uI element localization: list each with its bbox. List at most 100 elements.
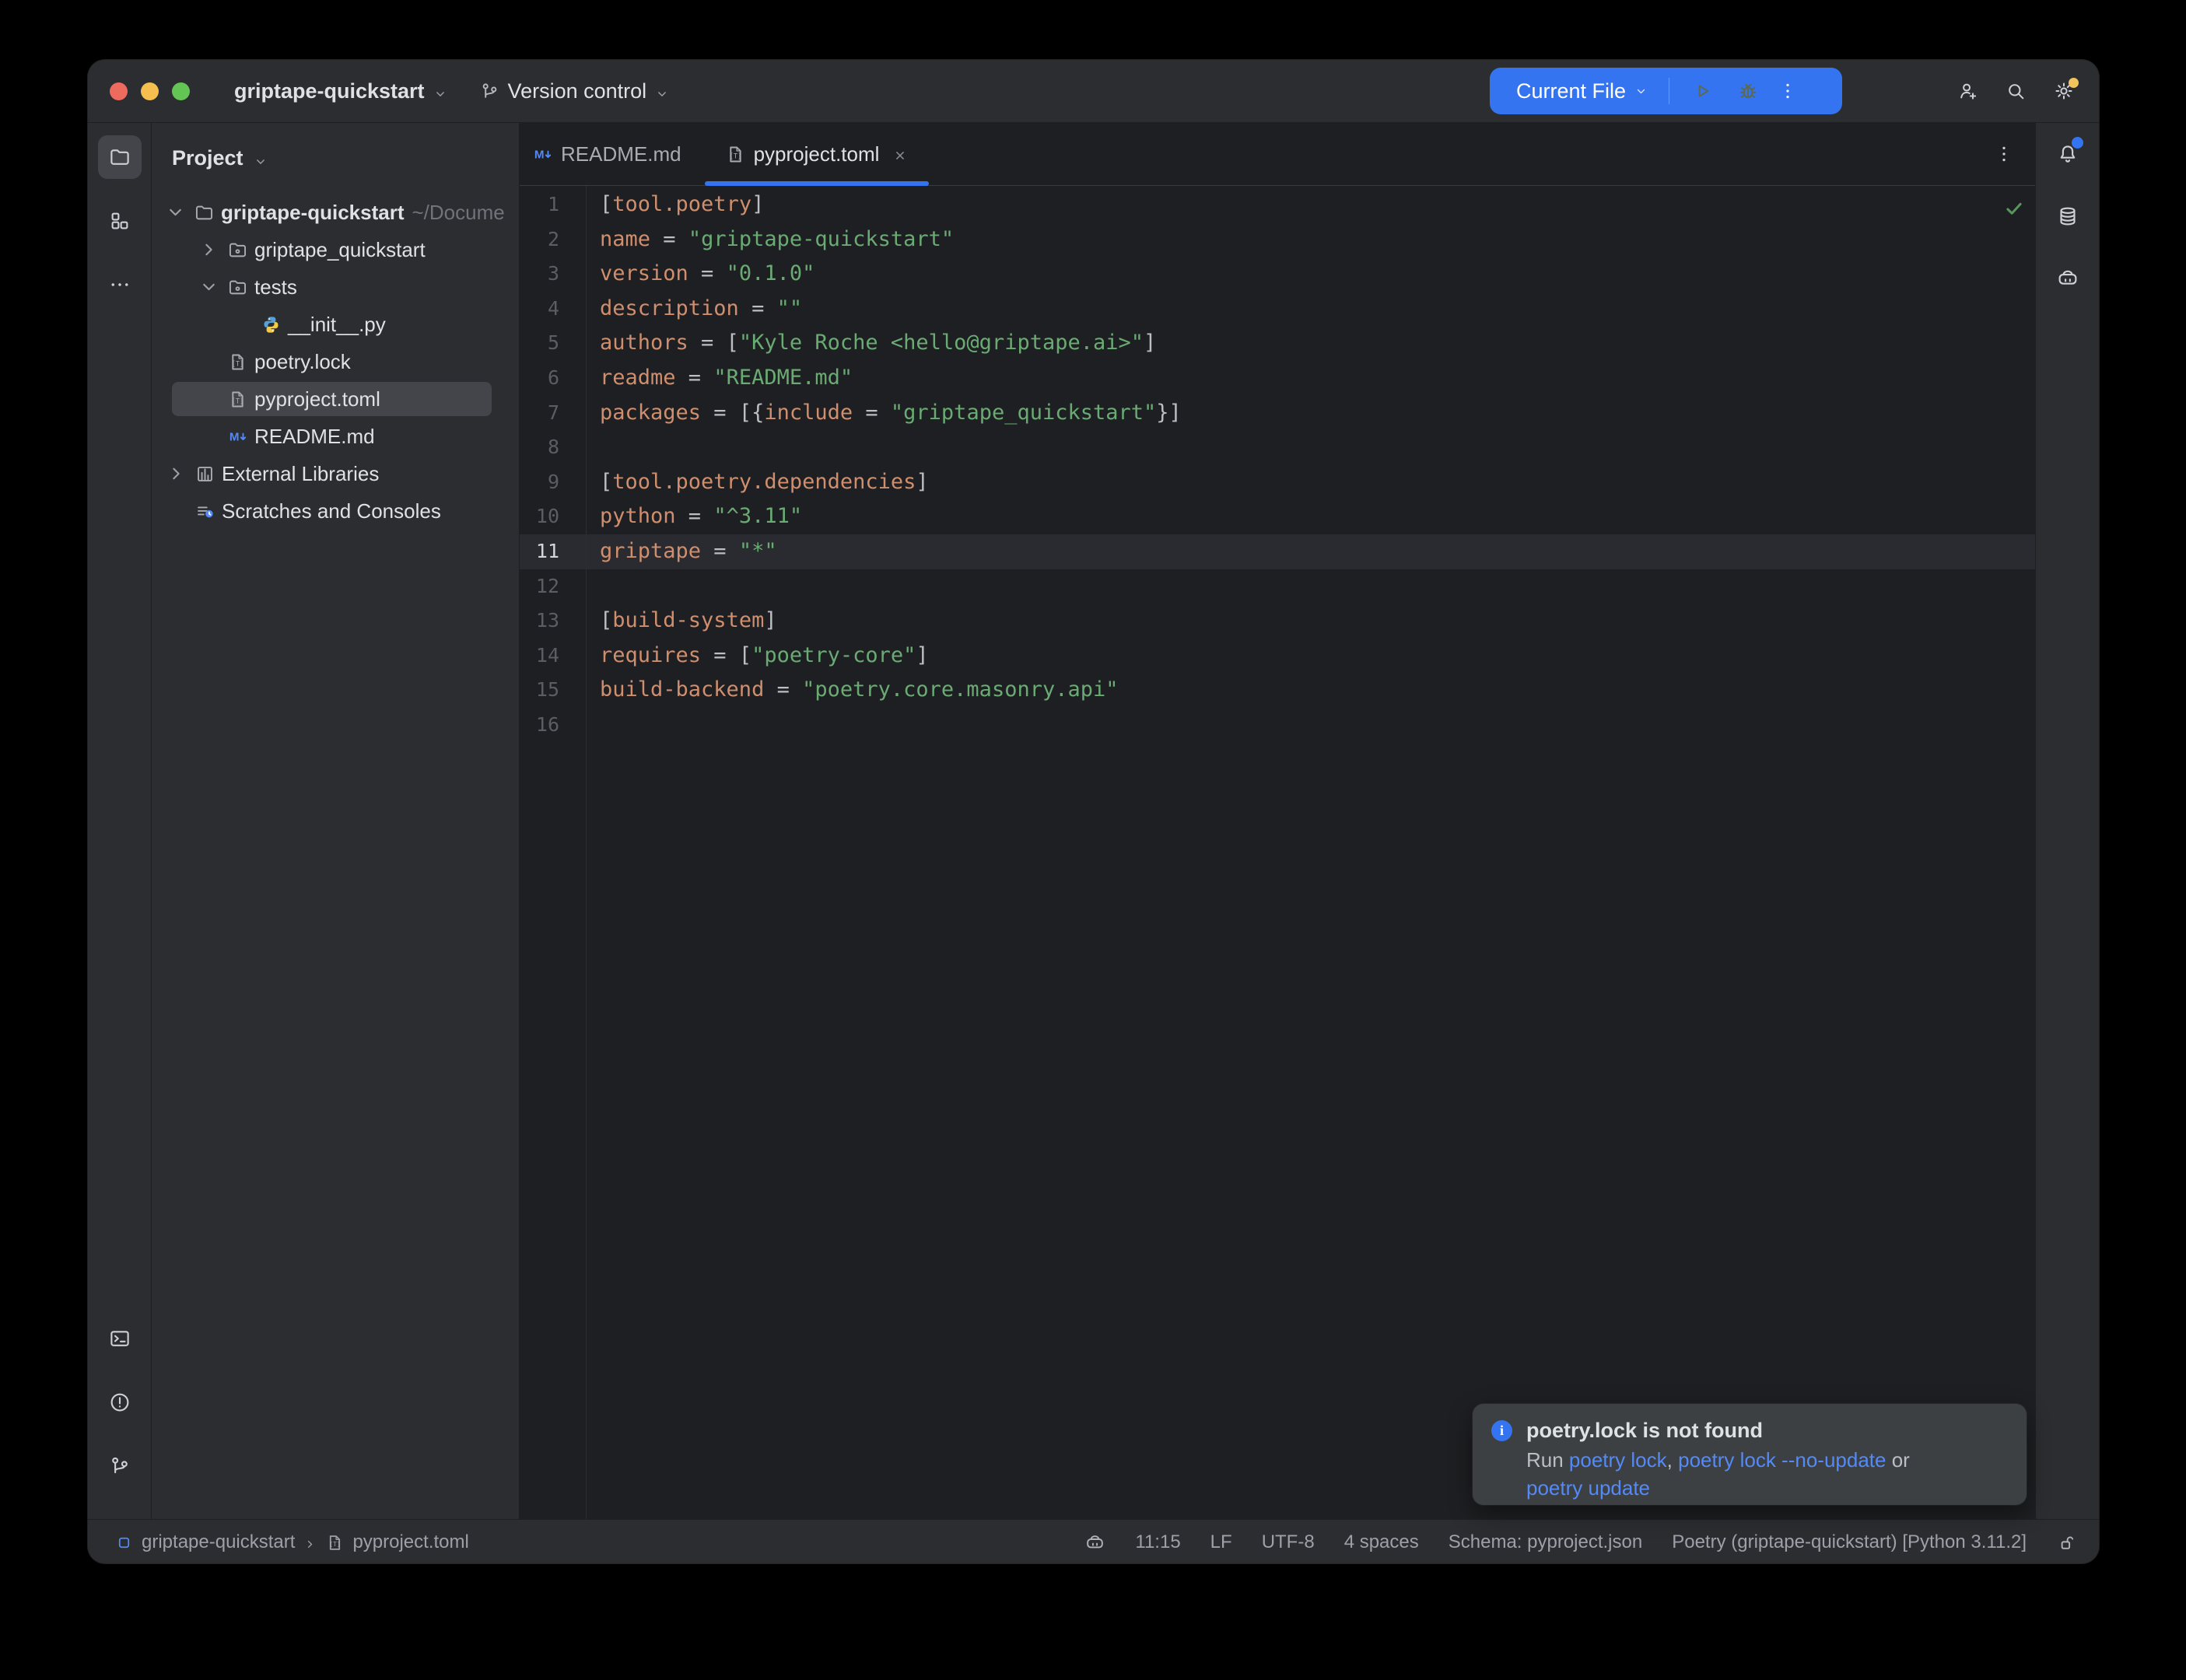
gutter-divider [586,186,587,1519]
more-tools-button[interactable] [98,263,142,306]
tree-item-label: pyproject.toml [254,387,380,411]
minimize-window-button[interactable] [141,82,159,100]
notification-link[interactable]: poetry lock [1569,1448,1667,1472]
code-line-5[interactable]: 5authors = ["Kyle Roche <hello@griptape.… [520,326,2035,361]
chevron-right-icon[interactable] [162,462,191,485]
line-number[interactable]: 12 [520,569,559,604]
code-line-10[interactable]: 10python = "^3.11" [520,499,2035,534]
code-line-15[interactable]: 15build-backend = "poetry.core.masonry.a… [520,673,2035,708]
code-line-9[interactable]: 9[tool.poetry.dependencies] [520,465,2035,500]
tree-item-griptape-quickstart[interactable]: griptape_quickstart [152,231,519,268]
code-editor[interactable]: 1[tool.poetry]2name = "griptape-quicksta… [520,186,2035,1519]
status-widget-4-spaces[interactable]: 4 spaces [1344,1531,1419,1553]
notification-balloon: i poetry.lock is not found Run poetry lo… [1473,1404,2027,1505]
folder-icon [190,201,219,224]
code-text: authors = ["Kyle Roche <hello@griptape.a… [559,326,1156,361]
code-text: requires = ["poetry-core"] [559,639,929,674]
terminal-tool-button[interactable] [98,1317,142,1360]
chevron-down-icon[interactable] [1634,84,1648,99]
tree-item-external-libraries[interactable]: External Libraries [152,455,519,492]
project-widget[interactable]: griptape-quickstart [234,79,448,103]
line-number[interactable]: 16 [520,708,559,743]
search-everywhere-button[interactable] [2001,76,2030,106]
status-widget-poetry-griptape-quickstart-python-3-11-2-[interactable]: Poetry (griptape-quickstart) [Python 3.1… [1672,1531,2027,1553]
svg-text:M: M [229,430,240,443]
line-number[interactable]: 6 [520,361,559,396]
code-line-14[interactable]: 14requires = ["poetry-core"] [520,639,2035,674]
line-number[interactable]: 13 [520,604,559,639]
line-number[interactable]: 10 [520,499,559,534]
code-line-2[interactable]: 2name = "griptape-quickstart" [520,222,2035,257]
code-line-12[interactable]: 12 [520,569,2035,604]
git-branch-icon [479,81,500,102]
tree-item--init-py[interactable]: __init__.py [152,306,519,343]
line-number[interactable]: 3 [520,257,559,292]
line-number[interactable]: 15 [520,673,559,708]
git-tool-button[interactable] [98,1444,142,1488]
chevron-down-icon[interactable] [161,201,190,224]
vcs-widget-label: Version control [508,79,647,103]
code-line-16[interactable]: 16 [520,708,2035,743]
line-number[interactable]: 4 [520,292,559,327]
breadcrumb-file[interactable]: [T] pyproject.toml [325,1531,468,1553]
chevron-down-icon [433,83,448,99]
status-widget-schema-pyproject-json[interactable]: Schema: pyproject.json [1449,1531,1642,1553]
structure-tool-button[interactable] [98,199,142,243]
maximize-window-button[interactable] [172,82,190,100]
tree-item-label: griptape_quickstart [254,238,426,262]
project-panel-header[interactable]: Project [152,123,519,194]
code-line-8[interactable]: 8 [520,430,2035,465]
code-line-1[interactable]: 1[tool.poetry] [520,187,2035,222]
run-config-selector[interactable]: Current File [1490,79,1626,103]
status-widget-lf[interactable]: LF [1210,1531,1232,1553]
notifications-button[interactable] [2046,132,2090,176]
status-ai-assistant-widget[interactable] [1084,1532,1105,1553]
line-number[interactable]: 8 [520,430,559,465]
code-line-11[interactable]: 11griptape = "*" [520,534,2035,569]
ai-assistant-button[interactable] [2046,257,2090,300]
status-unlock-widget[interactable] [2056,1532,2077,1553]
tree-item-tests[interactable]: tests [152,268,519,306]
line-number[interactable]: 1 [520,187,559,222]
problems-tool-button[interactable] [98,1381,142,1424]
code-line-4[interactable]: 4description = "" [520,292,2035,327]
code-line-7[interactable]: 7packages = [{include = "griptape_quicks… [520,396,2035,431]
tab-pyproject[interactable]: [T] pyproject.toml [705,123,930,185]
line-number[interactable]: 14 [520,639,559,674]
breadcrumb-project[interactable]: griptape-quickstart [114,1531,295,1553]
line-number[interactable]: 5 [520,326,559,361]
settings-button[interactable] [2049,76,2079,106]
project-tool-button[interactable] [98,135,142,179]
tree-item-scratches-and-consoles[interactable]: Scratches and Consoles [152,492,519,530]
code-line-3[interactable]: 3version = "0.1.0" [520,257,2035,292]
line-number[interactable]: 2 [520,222,559,257]
status-widget-11-15[interactable]: 11:15 [1135,1531,1180,1553]
add-user-button[interactable] [1953,76,1982,106]
line-number[interactable]: 7 [520,396,559,431]
code-line-13[interactable]: 13[build-system] [520,604,2035,639]
status-widget-utf-8[interactable]: UTF-8 [1262,1531,1315,1553]
line-number[interactable]: 9 [520,465,559,500]
debug-button[interactable] [1736,79,1760,103]
chevron-down-icon[interactable] [194,275,223,299]
tree-item-pyproject-toml[interactable]: [T]pyproject.toml [152,380,519,418]
vcs-widget[interactable]: Version control [479,79,671,103]
chevron-right-icon[interactable] [194,238,223,261]
line-number[interactable]: 11 [520,534,559,569]
tab-options-button[interactable] [1993,143,2015,165]
tab-readme[interactable]: M README.md [520,123,705,185]
inspections-ok-icon[interactable] [2002,197,2026,220]
notification-link[interactable]: poetry update [1526,1476,1650,1500]
code-text: packages = [{include = "griptape_quickst… [559,396,1182,431]
tree-item-poetry-lock[interactable]: [T]poetry.lock [152,343,519,380]
code-line-6[interactable]: 6readme = "README.md" [520,361,2035,396]
notification-link[interactable]: poetry lock --no-update [1678,1448,1886,1472]
tree-item-griptape-quickstart[interactable]: griptape-quickstart~/Docume [152,194,519,231]
more-run-options-button[interactable] [1777,80,1799,102]
close-window-button[interactable] [110,82,128,100]
project-panel: Project griptape-quickstart~/Docume gript… [152,123,520,1519]
tree-item-readme-md[interactable]: MREADME.md [152,418,519,455]
close-icon[interactable] [892,145,909,163]
run-button[interactable] [1691,79,1715,103]
database-tool-button[interactable] [2046,194,2090,238]
